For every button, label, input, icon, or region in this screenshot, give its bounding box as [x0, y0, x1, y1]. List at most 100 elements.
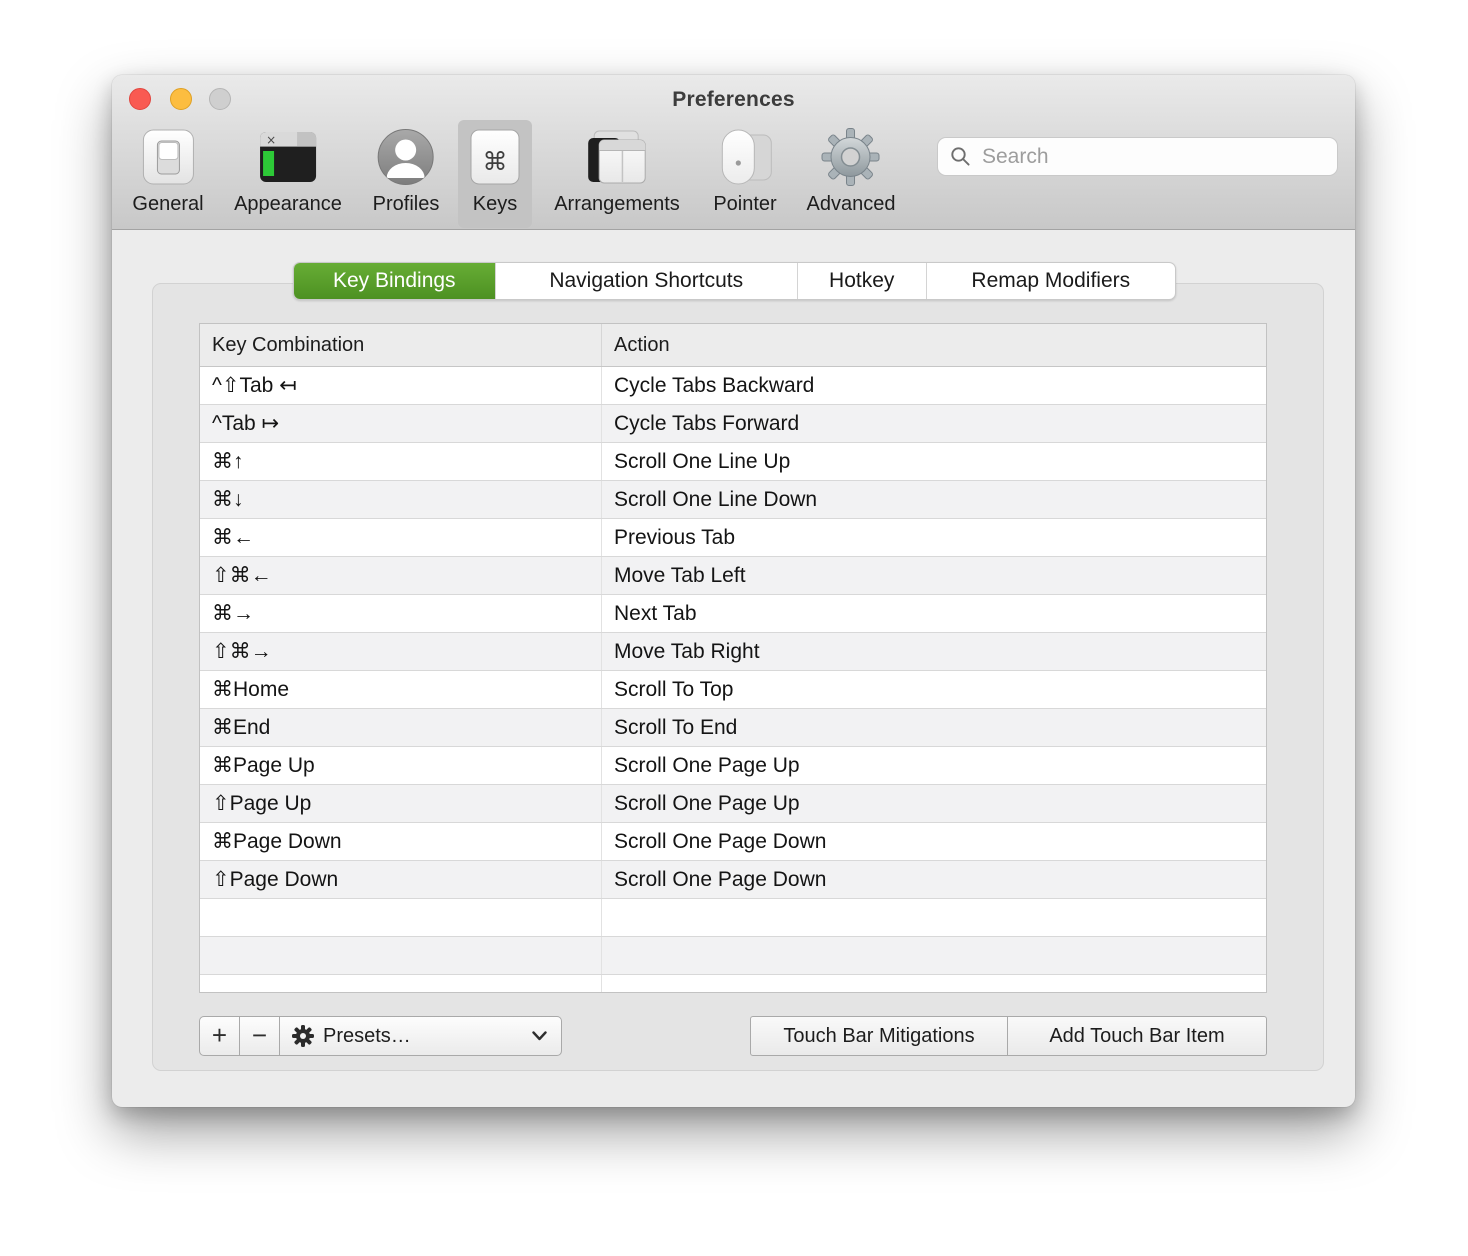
key-combination-cell: [200, 975, 602, 993]
preferences-window: Preferences General: [112, 75, 1355, 1107]
table-row[interactable]: ⌘↓ Scroll One Line Down: [200, 481, 1266, 519]
tab-label: Navigation Shortcuts: [549, 269, 743, 293]
table-row[interactable]: [200, 975, 1266, 993]
add-touch-bar-item-button[interactable]: Add Touch Bar Item: [1007, 1016, 1267, 1056]
touch-bar-buttons: Touch Bar Mitigations Add Touch Bar Item: [750, 1016, 1267, 1056]
plus-icon: +: [212, 1020, 227, 1051]
tab-label: Hotkey: [829, 269, 894, 293]
table-edit-controls: + −: [199, 1016, 562, 1056]
tab-navigation-shortcuts[interactable]: Navigation Shortcuts: [495, 263, 797, 299]
search-icon: [950, 146, 971, 167]
key-combination-cell: ⌘Page Up: [200, 747, 602, 784]
table-row[interactable]: [200, 937, 1266, 975]
table-row[interactable]: [200, 899, 1266, 937]
general-switch-icon: [142, 126, 194, 188]
tab-key-bindings[interactable]: Key Bindings: [294, 263, 495, 299]
toolbar-item-profiles[interactable]: Profiles: [361, 120, 452, 228]
appearance-terminal-icon: ×: [259, 126, 317, 188]
key-combination-cell: ⌘End: [200, 709, 602, 746]
key-combination-cell: ⇧⌘←: [200, 557, 602, 594]
key-combination-cell: ^⇧Tab ↤: [200, 367, 602, 404]
action-cell: Scroll One Page Down: [602, 823, 1266, 860]
toolbar-item-advanced[interactable]: Advanced: [795, 120, 908, 228]
action-cell: Next Tab: [602, 595, 1266, 632]
table-row[interactable]: ⇧⌘→ Move Tab Right: [200, 633, 1266, 671]
table-row[interactable]: ⇧⌘← Move Tab Left: [200, 557, 1266, 595]
action-cell: Move Tab Right: [602, 633, 1266, 670]
table-row[interactable]: ⇧Page Down Scroll One Page Down: [200, 861, 1266, 899]
toolbar-label: Advanced: [807, 193, 896, 216]
action-cell: Scroll One Page Up: [602, 747, 1266, 784]
minus-icon: −: [252, 1020, 267, 1051]
presets-label: Presets…: [323, 1025, 411, 1048]
profiles-avatar-icon: [377, 126, 435, 188]
action-cell: [602, 899, 1266, 936]
action-cell: Cycle Tabs Backward: [602, 367, 1266, 404]
key-combination-cell: ⌘Page Down: [200, 823, 602, 860]
key-combination-cell: ⇧⌘→: [200, 633, 602, 670]
arrangements-windows-icon: [586, 126, 648, 188]
toolbar-label: Arrangements: [554, 193, 680, 216]
table-row[interactable]: ⌘↑ Scroll One Line Up: [200, 443, 1266, 481]
key-bindings-table-body: ^⇧Tab ↤ Cycle Tabs Backward ^Tab ↦ Cycle…: [200, 367, 1266, 993]
touch-bar-mitigations-button[interactable]: Touch Bar Mitigations: [750, 1016, 1008, 1056]
toolbar-label: Pointer: [713, 193, 776, 216]
table-row[interactable]: ^Tab ↦ Cycle Tabs Forward: [200, 405, 1266, 443]
key-combination-cell: ⌘↓: [200, 481, 602, 518]
toolbar-item-general[interactable]: General: [120, 120, 215, 228]
gear-icon: [292, 1025, 314, 1047]
action-cell: Previous Tab: [602, 519, 1266, 556]
window-title: Preferences: [112, 88, 1355, 112]
action-cell: Scroll One Line Down: [602, 481, 1266, 518]
column-header-key-combination[interactable]: Key Combination: [200, 324, 602, 366]
toolbar-label: Appearance: [234, 193, 342, 216]
remove-binding-button[interactable]: −: [240, 1017, 280, 1055]
toolbar-item-appearance[interactable]: × Appearance: [222, 120, 354, 228]
toolbar-label: General: [132, 193, 203, 216]
table-row[interactable]: ^⇧Tab ↤ Cycle Tabs Backward: [200, 367, 1266, 405]
presets-dropdown[interactable]: Presets…: [280, 1017, 561, 1055]
key-bindings-table: Key Combination Action ^⇧Tab ↤ Cycle Tab…: [199, 323, 1267, 993]
action-cell: Cycle Tabs Forward: [602, 405, 1266, 442]
key-combination-cell: ⌘↑: [200, 443, 602, 480]
table-header: Key Combination Action: [200, 324, 1266, 367]
tab-remap-modifiers[interactable]: Remap Modifiers: [926, 263, 1175, 299]
key-combination-cell: [200, 899, 602, 936]
table-row[interactable]: ⇧Page Up Scroll One Page Up: [200, 785, 1266, 823]
table-row[interactable]: ⌘End Scroll To End: [200, 709, 1266, 747]
action-cell: Scroll To End: [602, 709, 1266, 746]
key-combination-cell: ^Tab ↦: [200, 405, 602, 442]
action-cell: Scroll One Line Up: [602, 443, 1266, 480]
svg-text:×: ×: [266, 133, 276, 147]
toolbar-label: Keys: [473, 193, 517, 216]
table-row[interactable]: ⌘Page Down Scroll One Page Down: [200, 823, 1266, 861]
keys-tab-bar: Key Bindings Navigation Shortcuts Hotkey…: [293, 262, 1176, 300]
key-combination-cell: ⌘←: [200, 519, 602, 556]
search-input[interactable]: [980, 144, 1310, 170]
add-binding-button[interactable]: +: [200, 1017, 240, 1055]
tab-hotkey[interactable]: Hotkey: [797, 263, 926, 299]
table-row[interactable]: ⌘Home Scroll To Top: [200, 671, 1266, 709]
toolbar-item-keys[interactable]: ⌘ Keys: [458, 120, 532, 228]
table-row[interactable]: ⌘Page Up Scroll One Page Up: [200, 747, 1266, 785]
toolbar-item-arrangements[interactable]: Arrangements: [542, 120, 692, 228]
chevron-down-icon: [532, 1031, 547, 1041]
pointer-mouse-icon: [715, 126, 775, 188]
toolbar-search-field[interactable]: [937, 137, 1338, 176]
action-cell: Move Tab Left: [602, 557, 1266, 594]
action-cell: Scroll One Page Up: [602, 785, 1266, 822]
svg-text:⌘: ⌘: [483, 147, 508, 176]
toolbar-label: Profiles: [373, 193, 440, 216]
column-header-action[interactable]: Action: [602, 324, 1266, 366]
key-combination-cell: [200, 937, 602, 974]
table-row[interactable]: ⌘→ Next Tab: [200, 595, 1266, 633]
key-combination-cell: ⌘Home: [200, 671, 602, 708]
tab-label: Remap Modifiers: [971, 269, 1130, 293]
key-combination-cell: ⇧Page Up: [200, 785, 602, 822]
tab-label: Key Bindings: [333, 269, 456, 293]
table-row[interactable]: ⌘← Previous Tab: [200, 519, 1266, 557]
keys-command-key-icon: ⌘: [470, 126, 520, 188]
action-cell: Scroll To Top: [602, 671, 1266, 708]
key-combination-cell: ⇧Page Down: [200, 861, 602, 898]
toolbar-item-pointer[interactable]: Pointer: [701, 120, 788, 228]
